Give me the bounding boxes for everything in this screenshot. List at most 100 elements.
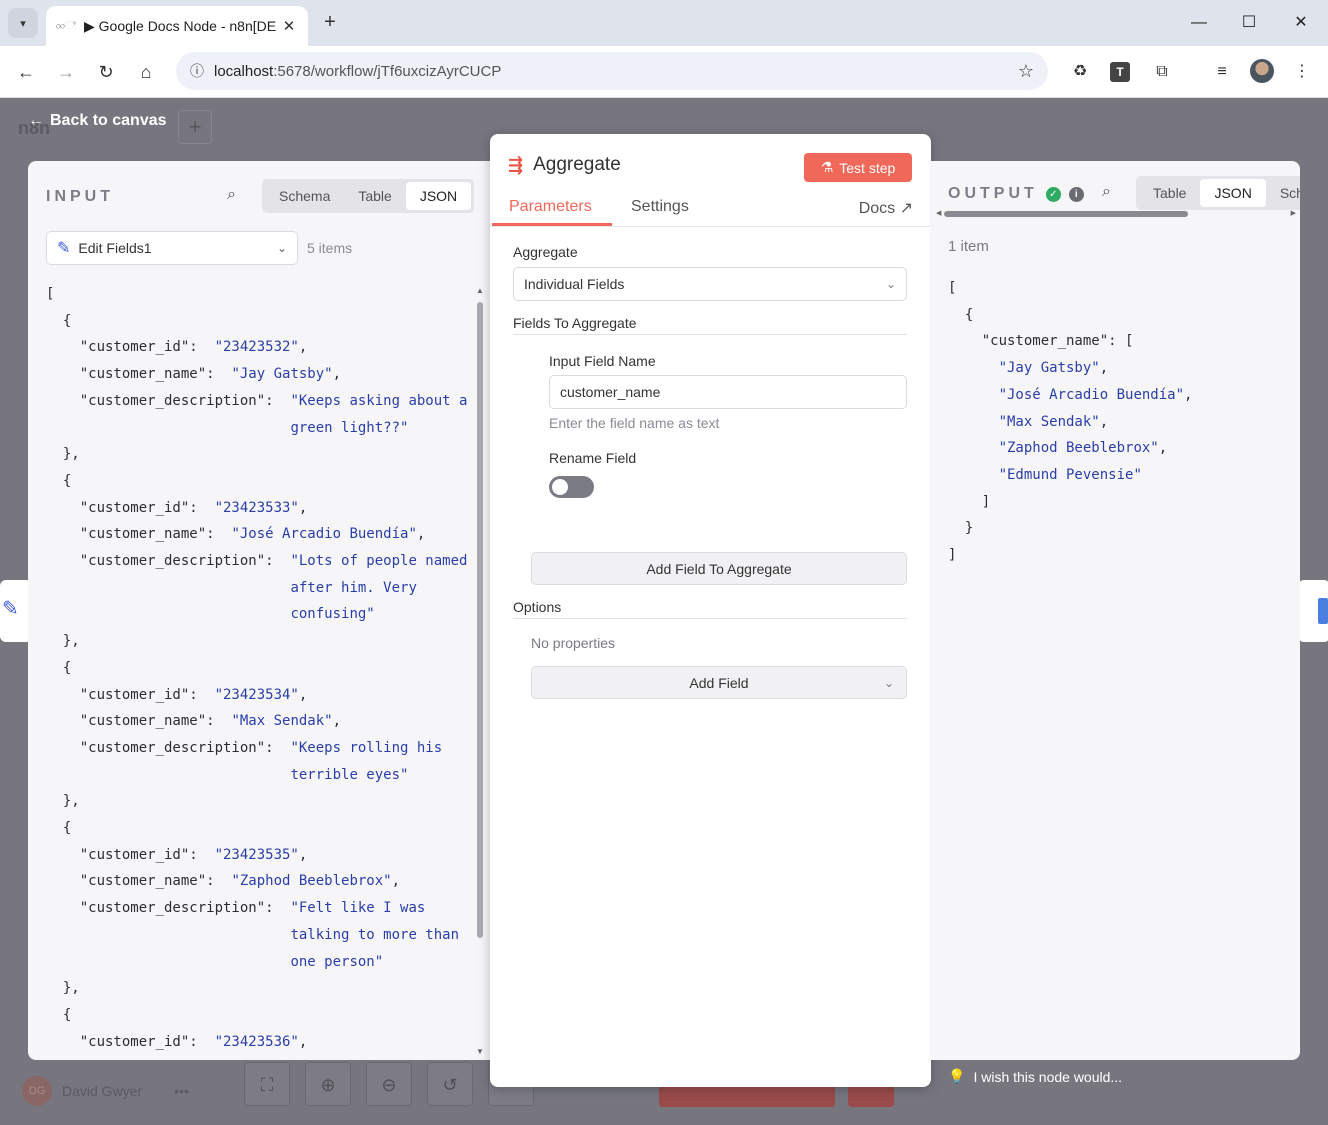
input-field-name-label: Input Field Name <box>549 353 656 369</box>
back-arrow-icon[interactable]: ← <box>12 58 40 86</box>
node-settings-panel: ⇶ Aggregate ⚗ Test step Parameters Setti… <box>490 134 931 1087</box>
recycle-extension-icon[interactable]: ♻ <box>1066 58 1094 86</box>
info-icon[interactable]: i <box>1068 186 1084 202</box>
json-line: [ <box>46 286 55 302</box>
json-line: "customer_id": "23423536", <box>46 1033 308 1050</box>
back-to-canvas-link[interactable]: ← Back to canvas <box>28 112 167 130</box>
tab-search-chevron-icon[interactable]: ▾ <box>8 8 38 38</box>
view-table[interactable]: Table <box>1139 179 1200 207</box>
browser-menu-icon[interactable]: ⋮ <box>1288 58 1316 86</box>
chevron-down-icon: ⌄ <box>276 241 287 255</box>
bookmark-star-icon[interactable]: ☆ <box>1018 61 1034 82</box>
json-line: "customer_name": "Zaphod Beeblebrox", <box>46 873 401 890</box>
json-line: green light??" <box>290 419 409 436</box>
right-node-edge[interactable] <box>1298 580 1328 642</box>
input-node-name: Edit Fields1 <box>78 240 152 256</box>
url-path: :5678/workflow/jTf6uxcizAyrCUCP <box>273 62 502 80</box>
aggregate-value: Individual Fields <box>524 276 625 292</box>
options-label: Options <box>513 599 562 615</box>
output-header-scrollbar[interactable]: ◀ ▶ <box>936 209 1298 219</box>
json-line: ] <box>948 493 991 510</box>
json-line: talking to more than <box>290 926 460 943</box>
json-line: } <box>948 520 974 537</box>
rename-field-toggle[interactable] <box>549 476 594 498</box>
input-node-select[interactable]: ✎ Edit Fields1 ⌄ <box>46 231 298 265</box>
json-line: "customer_id": "23423535", <box>46 846 308 863</box>
media-control-icon[interactable]: ≡ <box>1208 58 1236 86</box>
json-line: "customer_name": "Edmund Pevensie", <box>46 1055 467 1060</box>
output-panel: OUTPUT ✓ i ⌕ Table JSON Sch ◀ ▶ 1 item [… <box>930 161 1300 1060</box>
pencil-icon: ✎ <box>2 598 19 620</box>
user-name: David Gwyer <box>62 1083 143 1099</box>
profile-avatar[interactable] <box>1250 59 1274 83</box>
more-icon[interactable]: ••• <box>174 1083 189 1099</box>
execute-workflow-button[interactable] <box>659 1085 835 1107</box>
search-icon[interactable]: ⌕ <box>1102 183 1111 201</box>
json-line: { <box>46 659 72 676</box>
close-tab-icon[interactable]: ✕ <box>280 17 298 35</box>
view-schema[interactable]: Sch <box>1266 179 1300 207</box>
json-line: [ <box>948 280 957 296</box>
tab-settings[interactable]: Settings <box>631 198 689 216</box>
json-line: "customer_id": "23423533", <box>46 499 308 516</box>
browser-tab[interactable]: ∞ಿ ▶ Google Docs Node - n8n[DE ✕ <box>46 6 308 46</box>
test-step-button[interactable]: ⚗ Test step <box>804 153 912 182</box>
add-field-button[interactable]: Add Field ⌄ <box>531 666 907 699</box>
reset-zoom-icon[interactable]: ↺ <box>427 1062 473 1106</box>
json-line: "Zaphod Beeblebrox", <box>998 440 1168 457</box>
view-schema[interactable]: Schema <box>265 182 344 210</box>
input-field-name-value: customer_name <box>560 384 661 400</box>
tab-parameters[interactable]: Parameters <box>509 198 592 216</box>
zoom-out-icon[interactable]: ⊖ <box>366 1062 412 1106</box>
section-divider <box>513 618 907 619</box>
site-info-icon[interactable]: ⓘ <box>190 61 214 81</box>
new-tab-icon[interactable]: + <box>318 10 342 34</box>
chevron-down-icon: ⌄ <box>883 675 894 690</box>
json-line: "customer_description": "Keeps asking ab… <box>46 392 468 409</box>
fields-to-aggregate-label: Fields To Aggregate <box>513 315 637 331</box>
docs-link[interactable]: Docs ↗ <box>859 198 913 218</box>
browser-tab-bar: ▾ ∞ಿ ▶ Google Docs Node - n8n[DE ✕ + — ☐… <box>0 0 1328 46</box>
test-step-label: Test step <box>839 159 896 176</box>
input-field-name-input[interactable]: customer_name <box>549 375 907 409</box>
json-line: }, <box>46 633 80 650</box>
add-node-icon[interactable]: + <box>178 110 212 144</box>
minimize-icon[interactable]: — <box>1184 8 1214 38</box>
input-title: INPUT <box>46 188 114 205</box>
external-link-icon: ↗ <box>899 200 913 217</box>
view-json[interactable]: JSON <box>405 182 472 210</box>
json-line: { <box>46 472 72 489</box>
home-icon[interactable]: ⌂ <box>132 58 160 86</box>
forward-arrow-icon[interactable]: → <box>52 58 80 86</box>
user-menu[interactable]: DG David Gwyer ••• <box>22 1076 189 1106</box>
search-icon[interactable]: ⌕ <box>227 186 236 204</box>
t-extension-icon[interactable]: T <box>1110 62 1130 82</box>
input-scrollbar[interactable]: ▲ ▼ <box>474 286 486 1056</box>
json-line: "Max Sendak", <box>998 413 1109 430</box>
zoom-in-icon[interactable]: ⊕ <box>305 1062 351 1106</box>
output-header: OUTPUT ✓ i <box>948 185 1084 203</box>
aggregate-icon: ⇶ <box>508 154 524 175</box>
close-window-icon[interactable]: ✕ <box>1286 8 1316 38</box>
fit-view-icon[interactable]: ⛶ <box>244 1062 290 1106</box>
back-arrow-icon: ← <box>28 112 44 129</box>
feedback-link[interactable]: 💡 I wish this node would... <box>948 1068 1122 1085</box>
json-line: "customer_name": "Max Sendak", <box>46 713 342 730</box>
input-view-toggle: Schema Table JSON <box>262 179 475 213</box>
extensions-puzzle-icon[interactable]: ⧉ <box>1148 58 1176 86</box>
json-line: { <box>46 312 72 329</box>
back-to-canvas-label: Back to canvas <box>50 112 167 129</box>
maximize-icon[interactable]: ☐ <box>1234 8 1264 38</box>
view-table[interactable]: Table <box>344 182 405 210</box>
json-line: "customer_id": "23423532", <box>46 339 308 356</box>
json-line: "customer_name": "Jay Gatsby", <box>46 366 342 383</box>
output-view-toggle: Table JSON Sch <box>1136 176 1300 210</box>
google-docs-icon <box>1318 598 1328 624</box>
reload-icon[interactable]: ↻ <box>92 58 120 86</box>
add-field-to-aggregate-button[interactable]: Add Field To Aggregate <box>531 552 907 585</box>
aggregate-select[interactable]: Individual Fields ⌄ <box>513 267 907 301</box>
url-input[interactable]: ⓘ localhost:5678/workflow/jTf6uxcizAyrCU… <box>176 52 1048 90</box>
json-line: "Edmund Pevensie" <box>998 466 1142 483</box>
delete-execution-button[interactable] <box>848 1085 894 1107</box>
view-json[interactable]: JSON <box>1200 179 1266 207</box>
